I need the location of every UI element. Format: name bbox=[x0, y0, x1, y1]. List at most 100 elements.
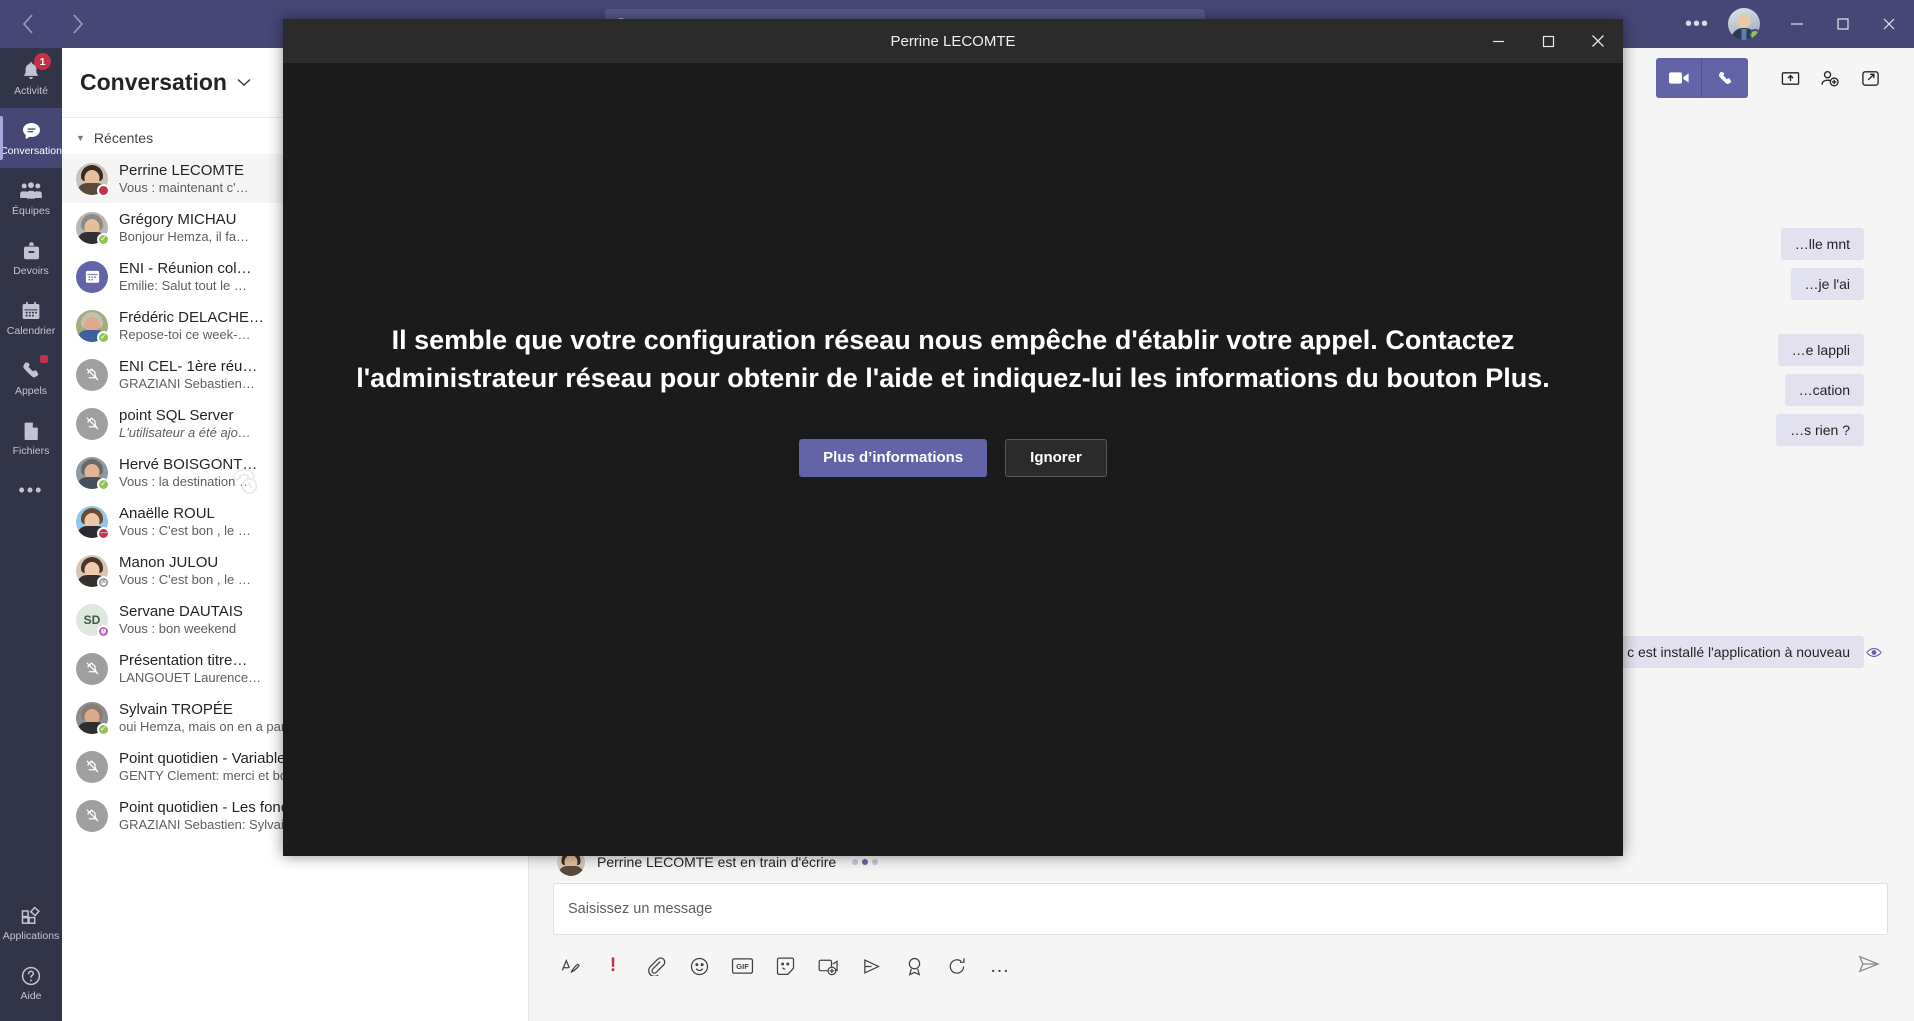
close-button[interactable] bbox=[1866, 0, 1912, 48]
bell-icon: 1 bbox=[20, 53, 51, 84]
minimize-button[interactable] bbox=[1774, 0, 1820, 48]
sidebar-item-appels[interactable]: Appels bbox=[0, 348, 62, 408]
pop-out-icon[interactable] bbox=[1850, 58, 1890, 98]
teams-app-window: Rechercher ••• bbox=[0, 0, 1914, 1021]
apps-icon bbox=[20, 903, 43, 929]
avatar bbox=[76, 750, 108, 783]
close-button[interactable] bbox=[1573, 19, 1623, 63]
presence-badge: ✓ bbox=[97, 722, 110, 736]
more-icon[interactable]: … bbox=[983, 949, 1017, 983]
forward-icon[interactable] bbox=[64, 10, 92, 38]
attach-icon[interactable] bbox=[639, 949, 673, 983]
sidebar-item-aide[interactable]: Aide bbox=[0, 953, 62, 1013]
call-ringing-icon bbox=[228, 463, 262, 502]
message-bubble: …cation bbox=[1784, 374, 1864, 406]
meet-now-icon[interactable] bbox=[811, 949, 845, 983]
message-bubble: …s rien ? bbox=[1776, 414, 1864, 446]
avatar bbox=[76, 260, 108, 293]
page-title-text: Conversation bbox=[80, 69, 227, 95]
dismiss-button[interactable]: Ignorer bbox=[1005, 438, 1107, 477]
send-button[interactable] bbox=[1852, 947, 1886, 981]
phone-icon bbox=[21, 355, 48, 384]
composer-toolbar: ! GIF … bbox=[553, 935, 1888, 989]
sidebar-item-label: Activité bbox=[14, 85, 48, 98]
loop-icon[interactable] bbox=[940, 949, 974, 983]
calendar-icon bbox=[20, 298, 42, 324]
back-icon[interactable] bbox=[14, 10, 42, 38]
sidebar-item-label: Calendrier bbox=[6, 325, 56, 338]
rail-bottom: Applications Aide bbox=[0, 893, 62, 1013]
maximize-button[interactable] bbox=[1523, 19, 1573, 63]
window-controls bbox=[1774, 0, 1912, 48]
muted-icon bbox=[76, 799, 108, 832]
giphy-icon[interactable]: GIF bbox=[725, 949, 759, 983]
sidebar-item-activite[interactable]: 1 Activité bbox=[0, 48, 62, 108]
audio-call-button[interactable] bbox=[1702, 58, 1748, 98]
sidebar-item-equipes[interactable]: Équipes bbox=[0, 168, 62, 228]
meeting-icon bbox=[76, 260, 108, 293]
assignments-icon bbox=[21, 238, 42, 264]
presence-badge: ✓ bbox=[97, 232, 110, 246]
muted-icon bbox=[76, 652, 108, 685]
avatar: ✓ bbox=[76, 211, 110, 246]
sidebar-item-devoirs[interactable]: Devoirs bbox=[0, 228, 62, 288]
chevron-down-icon[interactable] bbox=[237, 75, 251, 90]
sticker-icon[interactable] bbox=[768, 949, 802, 983]
titlebar-right: ••• bbox=[1676, 0, 1912, 48]
maximize-button[interactable] bbox=[1820, 0, 1866, 48]
sidebar-item-fichiers[interactable]: Fichiers bbox=[0, 408, 62, 468]
avatar: ✕ bbox=[76, 554, 110, 589]
presence-badge: — bbox=[97, 526, 110, 540]
stream-icon[interactable] bbox=[854, 949, 888, 983]
settings-more-icon[interactable]: ••• bbox=[1676, 4, 1718, 44]
minimize-button[interactable] bbox=[1473, 19, 1523, 63]
sidebar-item-calendrier[interactable]: Calendrier bbox=[0, 288, 62, 348]
avatar bbox=[76, 407, 108, 440]
important-icon[interactable]: ! bbox=[596, 949, 630, 983]
typing-dots-icon bbox=[852, 859, 879, 865]
file-icon bbox=[22, 418, 41, 444]
group-label: Récentes bbox=[93, 130, 154, 146]
avatar bbox=[76, 358, 108, 391]
calls-badge bbox=[39, 355, 48, 364]
avatar: — bbox=[76, 505, 110, 540]
activity-badge: 1 bbox=[34, 53, 51, 71]
praise-icon[interactable] bbox=[897, 949, 931, 983]
avatar: ✓ bbox=[76, 456, 110, 491]
call-window-body: Il semble que votre configuration réseau… bbox=[233, 63, 1623, 856]
presence-badge bbox=[97, 183, 110, 197]
page-title: Conversation bbox=[80, 69, 251, 96]
avatar: SD ◴ bbox=[76, 603, 110, 638]
emoji-icon[interactable] bbox=[682, 949, 716, 983]
sidebar-item-label: Devoirs bbox=[13, 265, 49, 278]
avatar[interactable] bbox=[1728, 8, 1760, 40]
presence-badge: ✓ bbox=[97, 330, 110, 344]
message-input[interactable]: Saisissez un message bbox=[553, 883, 1888, 935]
call-error-actions: Plus d’informations Ignorer bbox=[799, 438, 1107, 477]
message-bubble: …je l'ai bbox=[1790, 268, 1864, 300]
sidebar-item-label: Aide bbox=[20, 990, 42, 1003]
call-window-titlebar: Perrine LECOMTE bbox=[283, 19, 1623, 63]
help-icon bbox=[20, 963, 42, 989]
add-people-icon[interactable] bbox=[1810, 58, 1850, 98]
message-input-placeholder: Saisissez un message bbox=[568, 901, 713, 917]
sidebar-item-label: Équipes bbox=[12, 205, 50, 218]
typing-text: Perrine LECOMTE est en train d'écrire bbox=[597, 854, 837, 870]
sidebar-item-conversation[interactable]: Conversation bbox=[0, 108, 62, 168]
format-icon[interactable] bbox=[553, 949, 587, 983]
avatar bbox=[76, 162, 110, 197]
avatar: ✓ bbox=[76, 701, 110, 736]
message-bubble: …lle mnt bbox=[1780, 228, 1864, 260]
app-rail: 1 Activité Conversation Équipes Devoirs … bbox=[0, 48, 62, 1021]
sidebar-item-label: Applications bbox=[2, 930, 60, 943]
sidebar-item-applications[interactable]: Applications bbox=[0, 893, 62, 953]
share-screen-icon[interactable] bbox=[1770, 58, 1810, 98]
nav-arrows bbox=[14, 10, 134, 38]
muted-icon bbox=[76, 358, 108, 391]
people-icon bbox=[19, 178, 43, 204]
rail-more-apps-icon[interactable]: ••• bbox=[0, 468, 62, 512]
chevron-down-icon: ▼ bbox=[76, 133, 85, 143]
video-call-button[interactable] bbox=[1656, 58, 1702, 98]
more-info-button[interactable]: Plus d’informations bbox=[799, 438, 988, 477]
presence-badge: ◴ bbox=[97, 624, 110, 638]
